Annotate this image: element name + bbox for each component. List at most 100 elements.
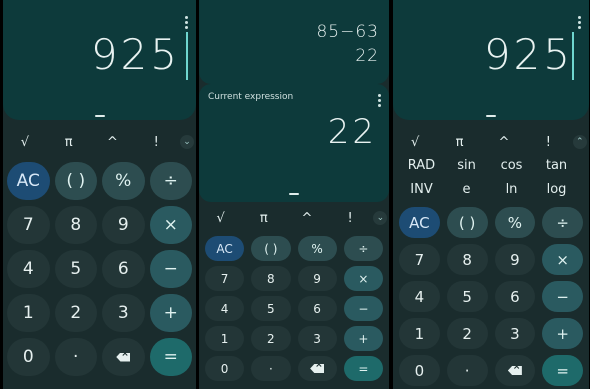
inv-button[interactable]: INV — [399, 182, 444, 197]
digit-0-button[interactable]: 0 — [7, 338, 50, 376]
equals-button[interactable]: = — [149, 338, 192, 376]
multiply-button[interactable]: × — [149, 206, 192, 244]
percent-button[interactable]: % — [494, 207, 536, 238]
digit-1-button[interactable]: 1 — [205, 326, 245, 351]
factorial-button[interactable]: ! — [330, 211, 370, 226]
scientific-row: √ π ^ ! ⌃ — [393, 133, 589, 151]
drag-handle[interactable] — [486, 115, 496, 117]
sqrt-button[interactable]: √ — [395, 135, 435, 150]
digit-6-button[interactable]: 6 — [494, 281, 536, 312]
digit-5-button[interactable]: 5 — [251, 296, 291, 321]
calculator-panel-history: 85−63 22 Current expression 22 √ π ^ ! ⌄… — [199, 0, 389, 389]
digit-9-button[interactable]: 9 — [297, 266, 337, 291]
pi-button[interactable]: π — [49, 135, 89, 150]
chevron-up-icon[interactable]: ⌃ — [572, 135, 587, 149]
digit-8-button[interactable]: 8 — [54, 206, 97, 244]
minus-button[interactable]: − — [149, 250, 192, 288]
digit-4-button[interactable]: 4 — [7, 250, 50, 288]
keypad: AC( )%÷ 789× 456− 123+0· = — [3, 162, 196, 376]
parentheses-button[interactable]: ( ) — [251, 236, 291, 261]
percent-button[interactable]: % — [102, 162, 145, 200]
digit-8-button[interactable]: 8 — [446, 244, 488, 275]
e-button[interactable]: e — [444, 182, 489, 197]
decimal-button[interactable]: · — [446, 355, 488, 386]
more-vert-icon[interactable] — [578, 16, 581, 31]
history-expression: 85−63 — [316, 22, 379, 42]
digit-0-button[interactable]: 0 — [205, 356, 245, 381]
rad-button[interactable]: RAD — [399, 158, 444, 173]
digit-6-button[interactable]: 6 — [102, 250, 145, 288]
backspace-button[interactable] — [297, 356, 337, 381]
ac-button[interactable]: AC — [205, 236, 245, 261]
power-button[interactable]: ^ — [484, 135, 524, 150]
result-display: 925 — [90, 30, 180, 79]
history-result: 22 — [355, 46, 379, 66]
chevron-down-icon[interactable]: ⌄ — [373, 211, 388, 225]
equals-button[interactable]: = — [343, 356, 383, 381]
digit-2-button[interactable]: 2 — [54, 294, 97, 332]
drag-handle[interactable] — [289, 193, 299, 195]
minus-button[interactable]: − — [343, 296, 383, 321]
ac-button[interactable]: AC — [7, 162, 50, 200]
digit-7-button[interactable]: 7 — [7, 206, 50, 244]
ln-button[interactable]: ln — [489, 182, 534, 197]
multiply-button[interactable]: × — [343, 266, 383, 291]
more-vert-icon[interactable] — [185, 16, 188, 31]
pi-button[interactable]: π — [440, 135, 480, 150]
factorial-button[interactable]: ! — [136, 135, 176, 150]
calculator-panel-basic: 925 √ π ^ ! ⌄ AC( )%÷ 789× 456− 123+0· = — [3, 0, 196, 389]
multiply-button[interactable]: × — [542, 244, 583, 275]
parentheses-button[interactable]: ( ) — [446, 207, 488, 238]
divide-button[interactable]: ÷ — [542, 207, 583, 238]
plus-button[interactable]: + — [343, 326, 383, 351]
power-button[interactable]: ^ — [92, 135, 132, 150]
power-button[interactable]: ^ — [287, 211, 327, 226]
digit-0-button[interactable]: 0 — [399, 355, 440, 386]
digit-5-button[interactable]: 5 — [54, 250, 97, 288]
sin-button[interactable]: sin — [444, 158, 489, 173]
pi-button[interactable]: π — [244, 211, 284, 226]
digit-2-button[interactable]: 2 — [446, 318, 488, 349]
digit-6-button[interactable]: 6 — [297, 296, 337, 321]
digit-5-button[interactable]: 5 — [446, 281, 488, 312]
digit-1-button[interactable]: 1 — [399, 318, 440, 349]
backspace-button[interactable] — [102, 338, 145, 376]
digit-4-button[interactable]: 4 — [205, 296, 245, 321]
digit-2-button[interactable]: 2 — [251, 326, 291, 351]
digit-3-button[interactable]: 3 — [297, 326, 337, 351]
digit-4-button[interactable]: 4 — [399, 281, 440, 312]
display-area: 925 — [393, 0, 589, 120]
cos-button[interactable]: cos — [489, 158, 534, 173]
scientific-row-2: RAD sin cos tan — [393, 155, 589, 175]
minus-button[interactable]: − — [542, 281, 583, 312]
plus-button[interactable]: + — [542, 318, 583, 349]
decimal-button[interactable]: · — [54, 338, 97, 376]
digit-1-button[interactable]: 1 — [7, 294, 50, 332]
digit-3-button[interactable]: 3 — [102, 294, 145, 332]
sqrt-button[interactable]: √ — [5, 135, 45, 150]
factorial-button[interactable]: ! — [528, 135, 568, 150]
log-button[interactable]: log — [534, 182, 579, 197]
ac-button[interactable]: AC — [399, 207, 440, 238]
plus-button[interactable]: + — [149, 294, 192, 332]
chevron-down-icon[interactable]: ⌄ — [180, 135, 195, 149]
decimal-button[interactable]: · — [251, 356, 291, 381]
sqrt-button[interactable]: √ — [201, 211, 241, 226]
digit-9-button[interactable]: 9 — [102, 206, 145, 244]
drag-handle[interactable] — [94, 115, 105, 117]
display-area: 925 — [3, 0, 196, 120]
current-expression-label: Current expression — [208, 92, 294, 102]
more-vert-icon[interactable] — [378, 94, 381, 109]
backspace-button[interactable] — [494, 355, 536, 386]
equals-button[interactable]: = — [542, 355, 583, 386]
divide-button[interactable]: ÷ — [149, 162, 192, 200]
digit-3-button[interactable]: 3 — [494, 318, 536, 349]
percent-button[interactable]: % — [297, 236, 337, 261]
digit-8-button[interactable]: 8 — [251, 266, 291, 291]
divide-button[interactable]: ÷ — [343, 236, 383, 261]
tan-button[interactable]: tan — [534, 158, 579, 173]
parentheses-button[interactable]: ( ) — [54, 162, 97, 200]
digit-9-button[interactable]: 9 — [494, 244, 536, 275]
digit-7-button[interactable]: 7 — [399, 244, 440, 275]
digit-7-button[interactable]: 7 — [205, 266, 245, 291]
